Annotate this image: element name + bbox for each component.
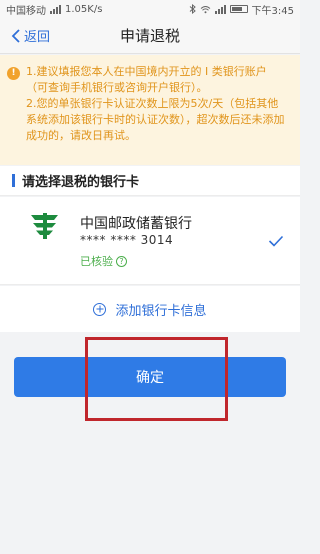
back-button[interactable]: 返回: [10, 26, 50, 45]
battery-icon: [229, 5, 248, 13]
bank-name: 中国邮政储蓄银行: [80, 216, 192, 232]
verified-label: 已核验: [80, 255, 113, 268]
network-speed: 1.05K/s: [65, 3, 103, 15]
postal-savings-bank-logo-icon: [31, 213, 58, 239]
help-icon[interactable]: ?: [116, 255, 127, 267]
back-label: 返回: [24, 30, 51, 45]
notice-panel: ! 1.建议填报您本人在中国境内开立的 I 类银行账户（可查询手机银行或咨询开户…: [0, 55, 300, 165]
notice-line-2: 2.您的单张银行卡认证次数上限为5次/天（包括其他系统添加该银行卡时的认证次数）…: [26, 97, 285, 142]
add-bank-card-button[interactable]: 添加银行卡信息: [0, 286, 300, 332]
confirm-label: 确定: [136, 370, 164, 386]
carrier-label: 中国移动: [6, 5, 46, 17]
section-accent-bar: [12, 174, 15, 187]
wifi-icon: [200, 5, 210, 13]
status-right: 下午3:45: [189, 2, 294, 17]
warning-icon: !: [7, 67, 20, 80]
navigation-bar: 返回 申请退税: [0, 18, 300, 54]
add-bank-card-label: 添加银行卡信息: [115, 303, 207, 319]
bluetooth-icon: [189, 4, 196, 14]
clock: 下午3:45: [251, 5, 294, 17]
section-title: 请选择退税的银行卡: [22, 175, 140, 190]
confirm-button[interactable]: 确定: [14, 357, 286, 397]
verified-status: 已核验 ?: [80, 253, 127, 269]
page-title: 申请退税: [119, 27, 180, 45]
bank-card-item[interactable]: 中国邮政储蓄银行 **** **** 3014 已核验 ?: [0, 197, 300, 285]
status-bar: 中国移动 1.05K/s 下午3:45: [0, 0, 300, 18]
chevron-left-icon: [11, 28, 20, 43]
checkmark-icon: [268, 235, 284, 247]
status-left: 中国移动 1.05K/s: [6, 2, 189, 17]
notice-line-1: 1.建议填报您本人在中国境内开立的 I 类银行账户（可查询手机银行或咨询开户银行…: [26, 65, 267, 94]
add-circle-icon: [93, 302, 107, 316]
cellular-icon: [214, 4, 226, 14]
section-header: 请选择退税的银行卡: [0, 166, 300, 196]
card-number: **** **** 3014: [80, 233, 174, 247]
signal-icon: [50, 4, 61, 14]
